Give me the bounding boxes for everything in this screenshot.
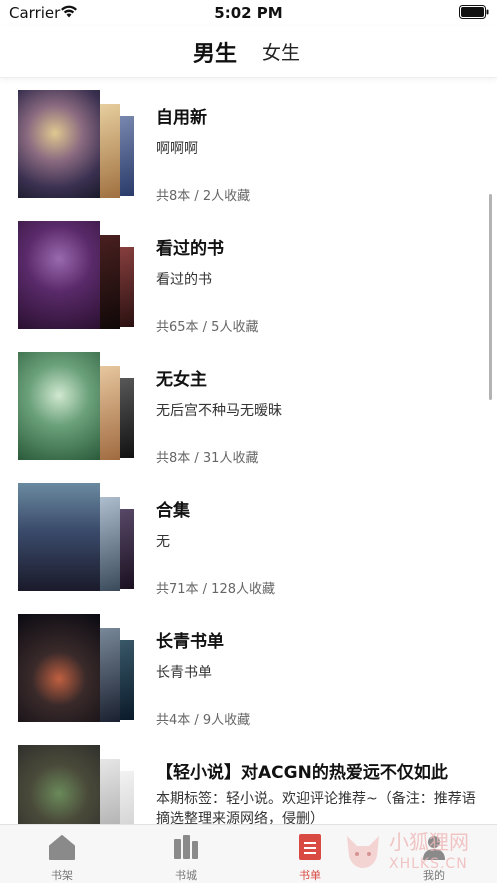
status-time: 5:02 PM: [214, 4, 283, 22]
booklist-list[interactable]: 自用新 啊啊啊 共8本 / 2人收藏 看过的书 看过的书 共65本 / 5人收藏…: [0, 78, 497, 824]
book-cover: [18, 483, 100, 591]
tab-label: 书架: [51, 869, 73, 882]
booklist-row[interactable]: 无女主 无后宫不种马无暧昧 共8本 / 31人收藏: [0, 352, 497, 483]
tab-label: 书单: [299, 869, 321, 882]
status-bar: Carrier 5:02 PM: [0, 0, 497, 26]
booklist-meta: 共8本 / 2人收藏: [156, 189, 251, 204]
tab-mine[interactable]: 我的: [372, 825, 496, 883]
booklist-desc: 看过的书: [156, 272, 212, 288]
booklist-row[interactable]: 合集 无 共71本 / 128人收藏: [0, 483, 497, 614]
cover-stack: [18, 221, 134, 329]
bookstore-icon: [174, 835, 198, 859]
book-cover: [18, 221, 100, 329]
booklist-meta: 共71本 / 128人收藏: [156, 582, 275, 597]
booklist-title: 无女主: [156, 370, 207, 390]
cover-stack: [18, 745, 134, 824]
booklist-title: 长青书单: [156, 632, 224, 652]
house-icon: [49, 835, 75, 860]
tab-female[interactable]: 女生: [262, 38, 300, 65]
booklist-row[interactable]: 看过的书 看过的书 共65本 / 5人收藏: [0, 221, 497, 352]
booklist-meta: 共65本 / 5人收藏: [156, 320, 259, 335]
booklist-title: 【轻小说】对ACGN的热爱远不仅如此: [156, 763, 448, 783]
gender-tabs: 男生 女生: [0, 26, 497, 78]
tab-bookshelf[interactable]: 书架: [0, 825, 124, 883]
booklist-row[interactable]: 长青书单 长青书单 共4本 / 9人收藏: [0, 614, 497, 745]
bottom-tab-bar: 书架 书城 书单 我的: [0, 824, 497, 883]
person-icon: [423, 836, 445, 860]
booklist-desc: 无: [156, 534, 170, 550]
tab-label: 我的: [423, 869, 445, 882]
cover-stack: [18, 483, 134, 591]
booklist-meta: 共4本 / 9人收藏: [156, 713, 251, 728]
booklist-desc: 本期标签：轻小说。欢迎评论推荐~（备注：推荐语摘选整理来源网络，侵删）: [156, 791, 476, 824]
booklist-row[interactable]: 自用新 啊啊啊 共8本 / 2人收藏: [0, 90, 497, 221]
cover-stack: [18, 90, 134, 198]
booklist-icon: [299, 834, 321, 860]
tab-booklist[interactable]: 书单: [248, 825, 372, 883]
book-cover: [18, 745, 100, 824]
booklist-row[interactable]: 【轻小说】对ACGN的热爱远不仅如此 本期标签：轻小说。欢迎评论推荐~（备注：推…: [0, 745, 497, 824]
tab-bookstore[interactable]: 书城: [124, 825, 248, 883]
booklist-desc: 无后宫不种马无暧昧: [156, 403, 282, 419]
booklist-title: 合集: [156, 501, 190, 521]
booklist-title: 看过的书: [156, 239, 224, 259]
tab-label: 书城: [175, 869, 197, 882]
battery-icon: [459, 5, 489, 19]
book-cover: [18, 90, 100, 198]
book-cover: [18, 614, 100, 722]
booklist-title: 自用新: [156, 108, 207, 128]
cover-stack: [18, 352, 134, 460]
booklist-meta: 共8本 / 31人收藏: [156, 451, 259, 466]
booklist-desc: 啊啊啊: [156, 141, 198, 157]
tab-male[interactable]: 男生: [193, 36, 237, 68]
booklist-desc: 长青书单: [156, 665, 212, 681]
book-cover: [18, 352, 100, 460]
cover-stack: [18, 614, 134, 722]
scroll-indicator[interactable]: [489, 194, 492, 400]
